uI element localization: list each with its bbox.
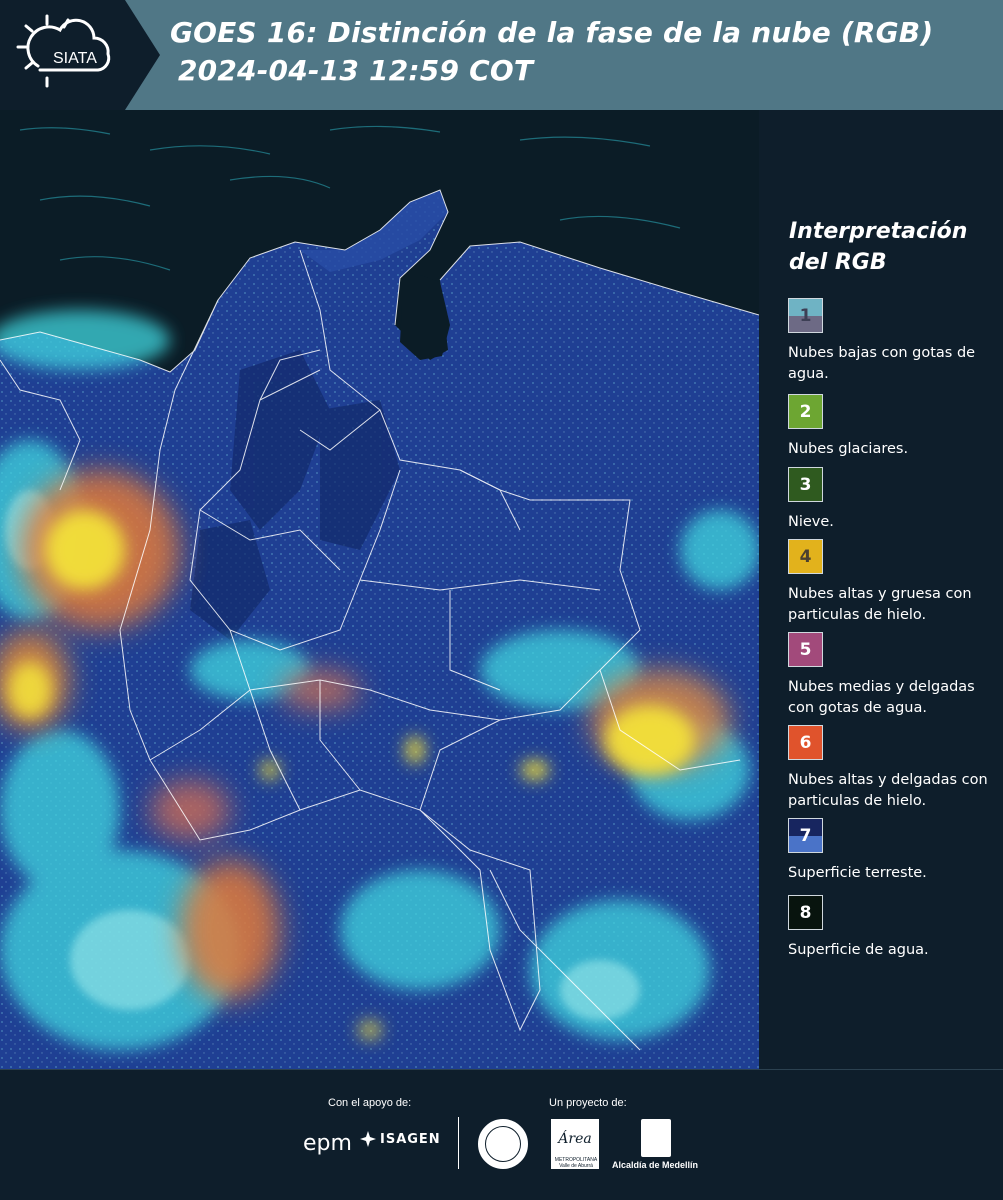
legend-description-6: Nubes altas y delgadas con particulas de… — [788, 772, 988, 809]
legend-number-6: 6 — [799, 732, 812, 753]
legend-description-1: Nubes bajas con gotas de agua. — [788, 345, 976, 382]
legend-number-2: 2 — [799, 401, 812, 422]
legend-description-4: Nubes altas y gruesa con particulas de h… — [788, 586, 972, 623]
isagen-logo: ISAGEN — [360, 1131, 441, 1147]
support-label: Con el apoyo de: — [328, 1097, 412, 1109]
legend-number-7: 7 — [799, 825, 812, 846]
epm-logo: epm — [303, 1131, 352, 1156]
legend-description-8: Superficie de agua. — [788, 942, 929, 958]
project-label: Un proyecto de: — [549, 1097, 627, 1109]
legend-number-3: 3 — [799, 474, 812, 495]
legend-number-1: 1 — [799, 305, 812, 326]
legend-number-4: 4 — [799, 546, 812, 567]
legend-item-2: 2 Nubes glaciares. — [788, 394, 998, 460]
footer-divider — [0, 1069, 1003, 1070]
header: SIATA GOES 16: Distinción de la fase de … — [0, 0, 1003, 110]
legend-number-8: 8 — [799, 902, 812, 923]
area-metropolitana-subtext: METROPOLITANA Valle de Aburrá — [554, 1157, 598, 1169]
legend-item-7: 7 Superficie terreste. — [788, 818, 998, 884]
university-seal-logo — [478, 1119, 528, 1169]
footer-separator — [458, 1117, 459, 1169]
satellite-map — [0, 110, 759, 1069]
legend-number-5: 5 — [799, 639, 812, 660]
legend-item-6: 6 Nubes altas y delgadas con particulas … — [788, 725, 998, 812]
legend-item-5: 5 Nubes medias y delgadas con gotas de a… — [788, 632, 998, 719]
legend-swatch-8: 8 — [788, 895, 823, 930]
legend-description-2: Nubes glaciares. — [788, 441, 909, 457]
legend-swatch-4: 4 — [788, 539, 823, 574]
legend-description-5: Nubes medias y delgadas con gotas de agu… — [788, 679, 975, 716]
legend-item-3: 3 Nieve. — [788, 467, 998, 533]
alcaldia-text: Alcaldía de Medellín — [612, 1160, 699, 1170]
legend-swatch-3: 3 — [788, 467, 823, 502]
legend-swatch-7: 7 — [788, 818, 823, 853]
siata-logo-text: SIATA — [53, 50, 97, 67]
legend-item-1: 1 Nubes bajas con gotas de agua. — [788, 298, 998, 385]
legend-description-3: Nieve. — [788, 514, 834, 530]
legend-item-4: 4 Nubes altas y gruesa con particulas de… — [788, 539, 998, 626]
alcaldia-shield-logo — [641, 1119, 671, 1157]
legend-swatch-5: 5 — [788, 632, 823, 667]
legend-swatch-1: 1 — [788, 298, 823, 333]
legend-item-8: 8 Superficie de agua. — [788, 895, 998, 961]
legend-description-7: Superficie terreste. — [788, 865, 927, 881]
isagen-icon — [360, 1131, 376, 1147]
footer: Con el apoyo de: Un proyecto de: epm ISA… — [0, 1069, 1003, 1200]
isagen-text: ISAGEN — [380, 1131, 441, 1147]
legend-swatch-2: 2 — [788, 394, 823, 429]
legend-swatch-6: 6 — [788, 725, 823, 760]
timestamp: 2024-04-13 12:59 COT — [178, 54, 534, 87]
legend-panel: Interpretación del RGB 1 Nubes bajas con… — [759, 110, 1003, 1069]
page-title: GOES 16: Distinción de la fase de la nub… — [170, 16, 934, 49]
legend-title: Interpretación del RGB — [789, 219, 968, 275]
siata-logo: SIATA — [0, 0, 160, 110]
